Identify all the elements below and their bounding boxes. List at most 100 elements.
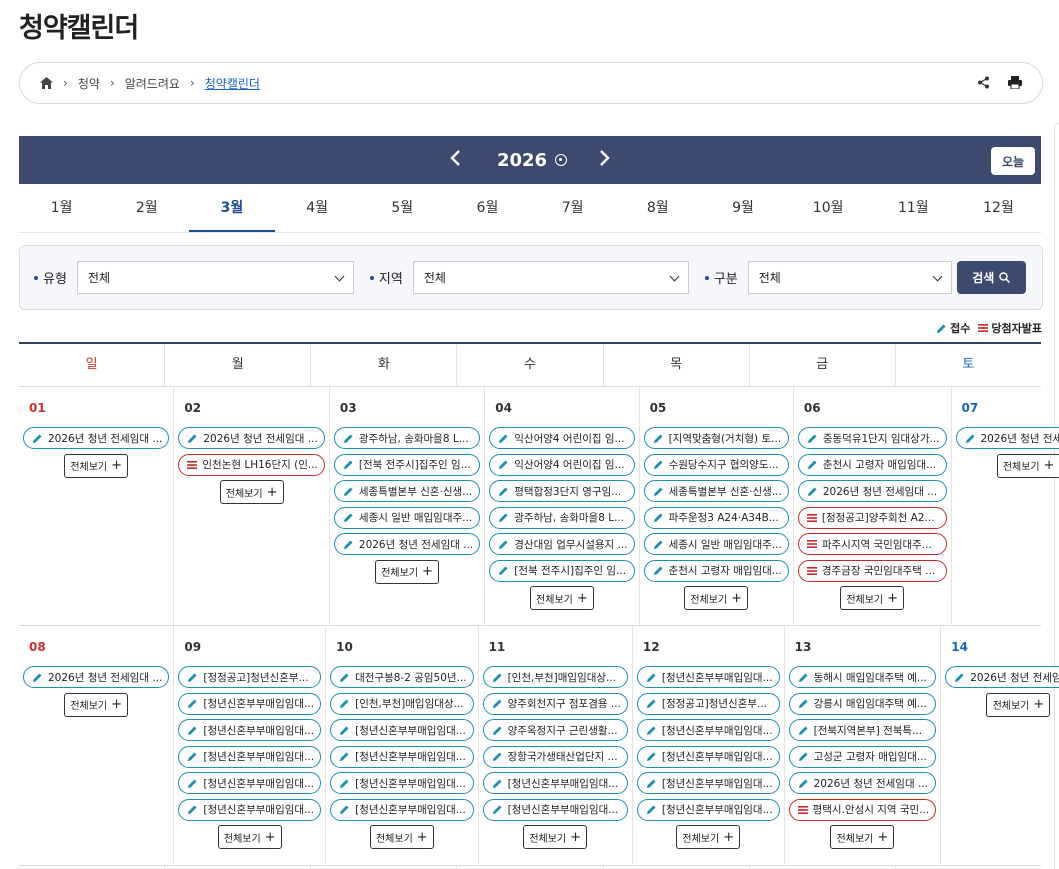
- view-all-button[interactable]: 전체보기 +: [529, 586, 594, 610]
- receipt-event[interactable]: 2026년 청년 전세임대 ...: [178, 427, 325, 449]
- today-button[interactable]: 오늘: [991, 147, 1035, 175]
- tab-month-10[interactable]: 10월: [786, 186, 871, 232]
- receipt-event[interactable]: 2026년 청년 전세임대 ...: [23, 427, 170, 449]
- receipt-event[interactable]: 익산어양4 어린이집 임...: [489, 427, 635, 449]
- receipt-event[interactable]: [청년신혼부부매입임대...: [330, 772, 474, 794]
- view-all-button[interactable]: 전체보기 +: [676, 825, 741, 849]
- breadcrumb-item-current[interactable]: 청약캘린더: [205, 75, 260, 92]
- receipt-event[interactable]: [청년신혼부부매입임대...: [178, 745, 322, 768]
- tab-month-1[interactable]: 1월: [19, 186, 104, 232]
- receipt-event[interactable]: [전북지역본부] 전북특...: [788, 719, 937, 741]
- receipt-event[interactable]: 2026년 청년 전세임대 ...: [333, 533, 481, 555]
- tab-month-9[interactable]: 9월: [700, 186, 785, 232]
- receipt-event[interactable]: 세종특별본부 신혼·신생...: [643, 480, 789, 502]
- view-all-button[interactable]: 전체보기 +: [217, 825, 282, 849]
- tab-month-2[interactable]: 2월: [104, 186, 189, 232]
- receipt-event[interactable]: [청년신혼부부매입임대...: [330, 798, 474, 821]
- prev-year-button[interactable]: [435, 149, 475, 172]
- receipt-event[interactable]: 파주운정3 A24·A34B...: [643, 506, 789, 529]
- receipt-event[interactable]: 세종특별본부 신혼·신생...: [333, 480, 481, 502]
- breadcrumb-item-notice[interactable]: 알려드려요: [125, 75, 180, 92]
- winner-event[interactable]: 평택시.안성시 지역 국민...: [788, 798, 937, 821]
- receipt-event[interactable]: 경산대임 업무시설용지 ...: [489, 533, 635, 555]
- tab-month-7[interactable]: 7월: [530, 186, 615, 232]
- receipt-event[interactable]: [청년신혼부부매입임대...: [330, 719, 474, 741]
- view-all-button[interactable]: 전체보기 +: [830, 825, 895, 849]
- receipt-event[interactable]: [청년신혼부부매입임대...: [482, 772, 628, 794]
- region-select[interactable]: 전체: [412, 261, 689, 294]
- receipt-event[interactable]: 양주옥정지구 근린생활...: [482, 719, 628, 741]
- receipt-event[interactable]: [청년신혼부부매입임대...: [636, 719, 780, 741]
- receipt-event[interactable]: 세종시 일반 매입임대주...: [643, 533, 789, 555]
- receipt-event[interactable]: [전북 전주시]집주인 임...: [333, 453, 481, 476]
- receipt-event[interactable]: [인천,부천]매입임대상...: [482, 666, 628, 688]
- tab-month-8[interactable]: 8월: [615, 186, 700, 232]
- receipt-event[interactable]: 춘천시 고령자 매입임대...: [797, 453, 947, 476]
- view-all-button[interactable]: 전체보기 +: [996, 453, 1059, 478]
- receipt-event[interactable]: 수원당수지구 협의양도...: [643, 453, 789, 476]
- receipt-event[interactable]: 동해시 매입임대주택 예...: [788, 666, 937, 688]
- receipt-event[interactable]: 고성군 고령자 매입임대...: [788, 745, 937, 768]
- receipt-event[interactable]: [청년신혼부부매입임대...: [636, 666, 780, 688]
- winner-event[interactable]: 파주시지역 국민임대주...: [797, 533, 947, 555]
- receipt-event[interactable]: [청년신혼부부매입임대...: [636, 772, 780, 794]
- receipt-event[interactable]: 2026년 청년 전세임대 ...: [797, 480, 947, 502]
- receipt-event[interactable]: [청년신혼부부매입임대...: [178, 692, 322, 715]
- type-select[interactable]: 전체: [76, 261, 354, 294]
- receipt-event[interactable]: [전북 전주시]집주인 임...: [489, 559, 635, 582]
- tab-month-11[interactable]: 11월: [871, 186, 956, 232]
- tab-month-12[interactable]: 12월: [956, 186, 1041, 232]
- receipt-event[interactable]: [정정공고]청년신혼부...: [178, 666, 322, 688]
- receipt-event[interactable]: 춘천시 고령자 매입임대...: [643, 559, 789, 582]
- receipt-event[interactable]: [청년신혼부부매입임대...: [330, 745, 474, 768]
- receipt-event[interactable]: [정정공고]청년신혼부...: [636, 692, 780, 715]
- print-icon[interactable]: [1008, 74, 1022, 93]
- receipt-event[interactable]: [청년신혼부부매입임대...: [482, 798, 628, 821]
- receipt-event[interactable]: [청년신혼부부매입임대...: [178, 719, 322, 741]
- view-all-button[interactable]: 전체보기 +: [840, 586, 905, 610]
- receipt-event[interactable]: 강릉시 매입임대주택 예...: [788, 692, 937, 715]
- view-all-button[interactable]: 전체보기 +: [64, 453, 129, 478]
- receipt-event[interactable]: 2026년 청년 전세임대 ...: [955, 427, 1059, 449]
- receipt-event[interactable]: 2026년 청년 전세임대 ...: [945, 666, 1059, 688]
- receipt-event[interactable]: 중동덕유1단지 임대상가...: [797, 427, 947, 449]
- receipt-event[interactable]: 광주하남, 송화마을8 L...: [489, 506, 635, 529]
- view-all-button[interactable]: 전체보기 +: [375, 559, 440, 584]
- tab-month-6[interactable]: 6월: [445, 186, 530, 232]
- receipt-event[interactable]: [지역맞춤형(거치형) 토...: [643, 427, 789, 449]
- receipt-event[interactable]: 2026년 청년 전세임대 ...: [23, 666, 170, 688]
- receipt-event[interactable]: [청년신혼부부매입임대...: [178, 772, 322, 794]
- receipt-event[interactable]: 익산어양4 어린이집 임...: [489, 453, 635, 476]
- receipt-event[interactable]: 2026년 청년 전세임대 ...: [788, 772, 937, 794]
- receipt-event[interactable]: 광주하남, 송화마을8 L...: [333, 427, 481, 449]
- view-all-button[interactable]: 전체보기 +: [64, 692, 129, 717]
- winner-event[interactable]: 경주금장 국민임대주택 ...: [797, 559, 947, 582]
- share-icon[interactable]: [977, 74, 990, 93]
- year-select-icon[interactable]: [555, 154, 568, 166]
- tab-month-4[interactable]: 4월: [275, 186, 360, 232]
- view-all-button[interactable]: 전체보기 +: [684, 586, 749, 610]
- receipt-event[interactable]: 장항국가생태산업단지 ...: [482, 745, 628, 768]
- winner-event[interactable]: 인천논현 LH16단지 (인...: [178, 453, 325, 476]
- view-all-button[interactable]: 전체보기 +: [986, 692, 1051, 717]
- home-icon[interactable]: [40, 77, 53, 89]
- search-button[interactable]: 검색: [956, 261, 1026, 294]
- receipt-event[interactable]: [인천,부천]매입임대상...: [330, 692, 474, 715]
- receipt-event[interactable]: 대전구봉8-2 공임50년...: [330, 666, 474, 688]
- receipt-event[interactable]: 세종시 일반 매입임대주...: [333, 506, 481, 529]
- tab-month-5[interactable]: 5월: [360, 186, 445, 232]
- breadcrumb-item-cheongyak[interactable]: 청약: [78, 75, 100, 92]
- receipt-event[interactable]: [청년신혼부부매입임대...: [636, 745, 780, 768]
- receipt-event[interactable]: [청년신혼부부매입임대...: [178, 798, 322, 821]
- receipt-event[interactable]: 양주회천지구 점포겸용 ...: [482, 692, 628, 715]
- view-all-button[interactable]: 전체보기 +: [523, 825, 588, 849]
- next-year-button[interactable]: [585, 149, 625, 172]
- tab-month-3[interactable]: 3월: [189, 186, 275, 232]
- day-number: 14: [951, 640, 968, 654]
- receipt-event[interactable]: [청년신혼부부매입임대...: [636, 798, 780, 821]
- view-all-button[interactable]: 전체보기 +: [369, 825, 434, 849]
- winner-event[interactable]: [정정공고]양주회천 A2...: [797, 506, 947, 529]
- category-select[interactable]: 전체: [747, 261, 952, 294]
- view-all-button[interactable]: 전체보기 +: [219, 480, 284, 504]
- receipt-event[interactable]: 평택합정3단지 영구임...: [489, 480, 635, 502]
